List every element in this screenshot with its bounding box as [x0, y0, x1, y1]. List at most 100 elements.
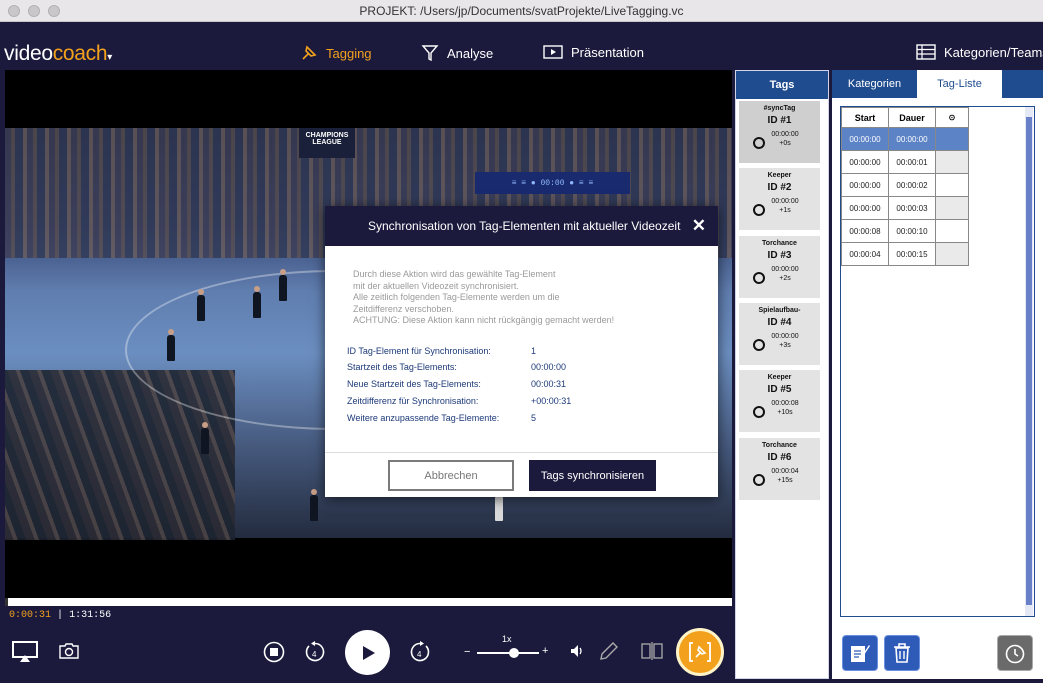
tag-card-name: Keeper — [767, 172, 792, 180]
speed-slider[interactable] — [477, 648, 539, 658]
tag-card-id: ID #6 — [767, 451, 792, 463]
sync-tag-icon — [689, 642, 711, 662]
tag-card-id: ID #5 — [767, 384, 792, 396]
cell-start: 00:00:04 — [841, 242, 889, 266]
edit-icon — [851, 645, 870, 662]
tag-card-name: Torchance — [762, 239, 797, 247]
stopwatch-icon — [753, 338, 765, 351]
window-title: PROJEKT: /Users/jp/Documents/svatProjekt… — [359, 3, 684, 18]
skip-forward-button[interactable]: 4 — [409, 640, 431, 664]
speed-increase-button[interactable]: + — [542, 645, 548, 657]
timer-button[interactable] — [997, 635, 1033, 671]
warning-line: ACHTUNG: Diese Aktion kann nicht rückgän… — [353, 315, 615, 325]
tag-card[interactable]: Keeper ID #2 00:00:00 +1s — [739, 168, 820, 231]
column-header-clock-icon[interactable]: ⊙ — [935, 107, 969, 128]
tag-card[interactable]: #syncTag ID #1 00:00:00 +0s — [739, 101, 820, 163]
stopwatch-icon — [753, 204, 765, 217]
close-window-button[interactable] — [8, 5, 20, 17]
play-button[interactable] — [345, 630, 390, 675]
zoom-window-button[interactable] — [48, 5, 60, 17]
sync-tags-button[interactable]: Tags synchronisieren — [529, 460, 656, 491]
current-time: 0:00:31 — [9, 610, 52, 621]
skip-back-button[interactable]: 4 — [304, 640, 326, 664]
presentation-icon — [543, 45, 563, 59]
cell-start: 00:00:00 — [841, 196, 889, 220]
cell-icon — [935, 150, 969, 174]
tag-list-table: Start Dauer ⊙ 00:00:00 00:00:00 00:00:00 00… — [841, 107, 969, 266]
volume-button[interactable] — [569, 643, 585, 659]
dialog-field-row: ID Tag-Element für Synchronisation: 1 — [347, 346, 718, 356]
dialog-warning-text: Durch diese Aktion wird das gewählte Tag… — [347, 269, 718, 327]
tag-card-id: ID #1 — [767, 115, 792, 126]
tag-list-scrollbar[interactable] — [1025, 107, 1033, 616]
tags-panel-header: Tags — [736, 71, 828, 99]
nav-tagging[interactable]: Tagging — [300, 44, 372, 62]
tag-card-name: Torchance — [762, 441, 797, 449]
airplay-button[interactable] — [12, 641, 38, 663]
window-controls — [8, 5, 60, 17]
nav-analyse[interactable]: Analyse — [421, 44, 493, 62]
field-value: 00:00:31 — [531, 379, 567, 390]
video-timeline[interactable] — [5, 598, 732, 606]
dialog-field-row: Neue Startzeit des Tag-Elements: 00:00:31 — [347, 379, 718, 389]
column-header-dauer[interactable]: Dauer — [888, 107, 936, 128]
snapshot-button[interactable] — [59, 642, 79, 660]
split-view-icon — [641, 642, 663, 660]
table-row[interactable]: 00:00:00 00:00:02 — [841, 173, 969, 197]
nav-praesentation[interactable]: Präsentation — [543, 44, 644, 60]
rewind-icon: 4 — [305, 641, 325, 662]
tag-card[interactable]: Torchance ID #3 00:00:00 +2s — [739, 235, 820, 298]
cell-dauer: 00:00:03 — [888, 196, 936, 220]
tab-tag-liste[interactable]: Tag-Liste — [917, 70, 1002, 98]
scrollbar-thumb[interactable] — [1026, 117, 1032, 605]
app-logo[interactable]: videocoach▾ — [4, 42, 112, 66]
tag-card-name: Spielaufbau- — [758, 306, 801, 314]
tag-card[interactable]: Keeper ID #5 00:00:08 +10s — [739, 370, 820, 433]
logo-text-coach: coach — [52, 42, 108, 65]
dialog-field-row: Startzeit des Tag-Elements: 00:00:00 — [347, 362, 718, 372]
speaker-icon — [571, 645, 582, 657]
stop-icon — [263, 641, 285, 663]
edit-tag-button[interactable] — [842, 635, 878, 671]
tab-kategorien[interactable]: Kategorien — [832, 70, 917, 98]
cell-icon — [935, 173, 969, 197]
draw-button[interactable] — [598, 640, 620, 662]
camera-icon — [59, 643, 79, 659]
right-panel-tabs: Kategorien Tag-Liste — [832, 70, 1043, 98]
sync-tag-button[interactable] — [676, 628, 724, 676]
field-value: 00:00:00 — [531, 362, 567, 373]
field-label: Neue Startzeit des Tag-Elements: — [347, 379, 481, 390]
table-row[interactable]: 00:00:00 00:00:00 — [841, 127, 969, 151]
delete-tag-button[interactable] — [884, 635, 920, 671]
dialog-title: Synchronisation von Tag-Elementen mit ak… — [368, 219, 681, 233]
column-header-start[interactable]: Start — [841, 107, 889, 128]
tag-card[interactable]: Spielaufbau- ID #4 00:00:00 +3s — [739, 302, 820, 365]
tag-card-time: 00:00:00 +0s — [771, 131, 799, 147]
table-row[interactable]: 00:00:04 00:00:15 — [841, 242, 969, 266]
dialog-fields: ID Tag-Element für Synchronisation: 1 Star… — [347, 346, 718, 424]
video-banner: CHAMPIONS LEAGUE — [299, 128, 355, 158]
field-value: +00:00:31 — [531, 396, 572, 407]
stopwatch-icon — [753, 271, 765, 284]
cell-dauer: 00:00:02 — [888, 173, 936, 197]
speed-decrease-button[interactable]: − — [464, 646, 470, 658]
stop-button[interactable] — [263, 641, 285, 663]
tag-card[interactable]: Torchance ID #6 00:00:04 +15s — [739, 437, 820, 500]
split-compare-button[interactable] — [641, 642, 663, 660]
close-icon[interactable]: ✕ — [692, 216, 706, 236]
cancel-button[interactable]: Abbrechen — [388, 460, 514, 491]
cell-start: 00:00:00 — [841, 150, 889, 174]
tag-card-name: Keeper — [767, 374, 792, 382]
table-row[interactable]: 00:00:00 00:00:03 — [841, 196, 969, 220]
player-figure — [310, 489, 318, 521]
table-row[interactable]: 00:00:08 00:00:10 — [841, 219, 969, 243]
dialog-field-row: Weitere anzupassende Tag-Elemente: 5 — [347, 413, 718, 423]
minimize-window-button[interactable] — [28, 5, 40, 17]
nav-kategorien-teams[interactable]: Kategorien/Teams — [916, 44, 1043, 60]
table-row[interactable]: 00:00:00 00:00:01 — [841, 150, 969, 174]
filter-icon — [421, 45, 439, 62]
nav-tagging-label: Tagging — [326, 45, 372, 61]
timeline-playhead[interactable] — [5, 598, 8, 606]
speed-slider-knob[interactable] — [509, 648, 520, 658]
tag-card-time: 00:00:00 +2s — [771, 265, 799, 282]
